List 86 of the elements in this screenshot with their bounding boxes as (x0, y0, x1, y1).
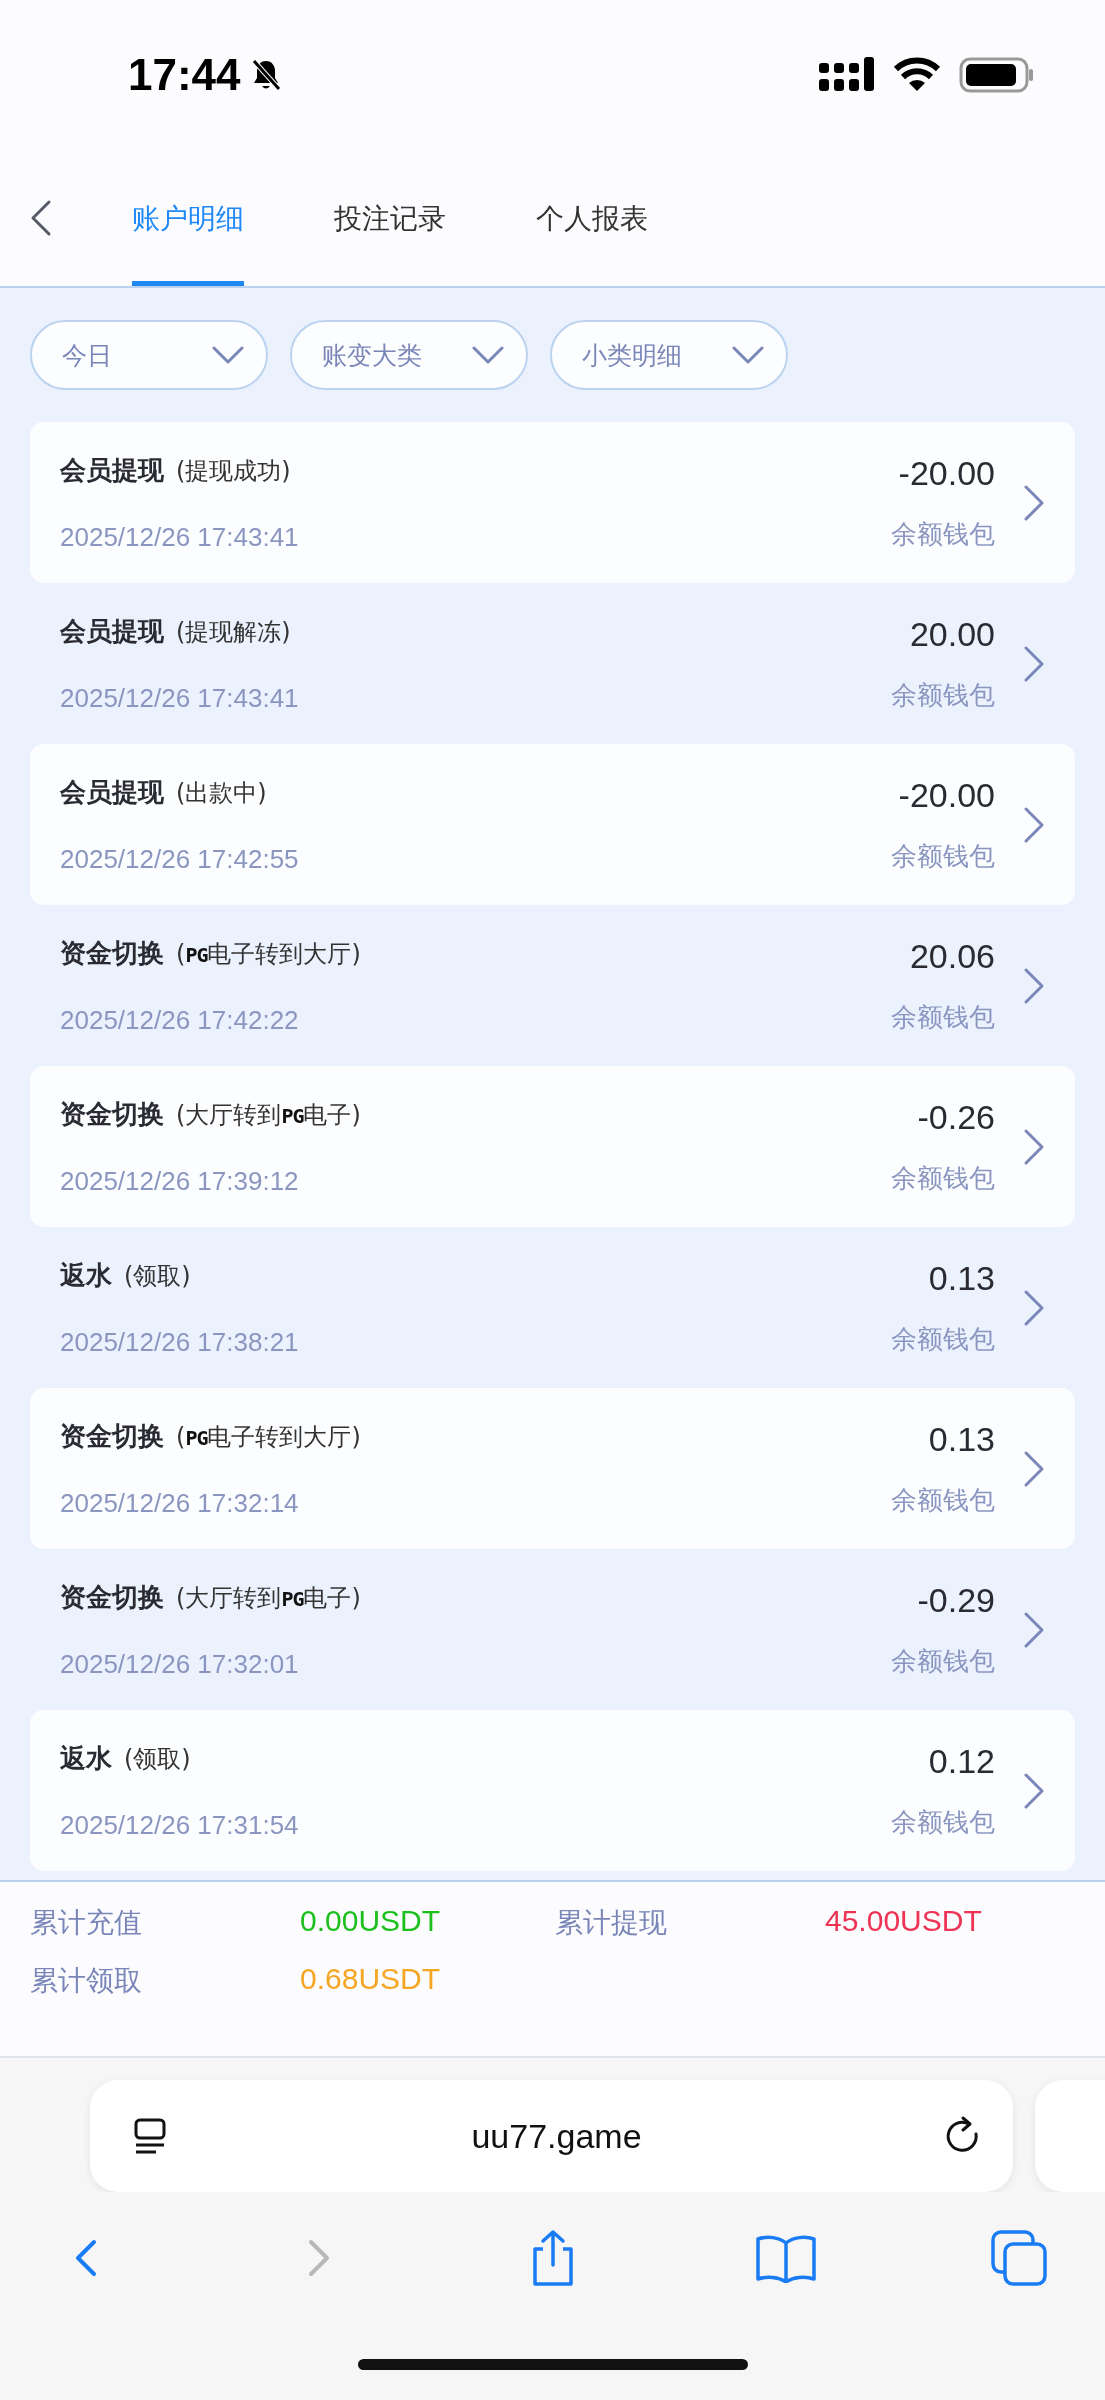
record-title: 会员提现 (60, 775, 164, 809)
record-row[interactable]: 资金切换 (大厅转到PG电子) 2025/12/26 17:32:01 -0.29 余额钱包 (30, 1549, 1075, 1710)
record-detail: (出款中) (176, 777, 267, 809)
record-detail: (领取) (124, 1260, 191, 1292)
tab[interactable]: 投注记录 (334, 150, 446, 286)
record-detail: (提现解冻) (176, 616, 291, 648)
wallet-label: 余额钱包 (891, 1000, 995, 1034)
chevron-right-icon (1023, 483, 1045, 522)
record-detail: (PG电子转到大厅) (176, 938, 361, 970)
record-amount: 0.13 (928, 1419, 995, 1459)
chevron-right-icon (1023, 644, 1045, 683)
chevron-right-icon (1023, 805, 1045, 844)
chevron-right-icon (1023, 1127, 1045, 1166)
record-title: 返水 (60, 1741, 112, 1775)
record-amount: 0.12 (928, 1741, 995, 1781)
summary-value: 0.00USDT (300, 1904, 442, 1939)
tab[interactable]: 个人报表 (536, 150, 648, 286)
back-chevron-icon (30, 199, 52, 237)
address-bar[interactable]: uu77.game (90, 2080, 1013, 2192)
chevron-down-icon (732, 346, 764, 364)
record-title: 会员提现 (60, 453, 164, 487)
record-row[interactable]: 返水 (领取) 2025/12/26 17:31:54 0.12 余额钱包 (30, 1710, 1075, 1871)
record-time: 2025/12/26 17:38:21 (60, 1326, 300, 1358)
record-time: 2025/12/26 17:31:54 (60, 1809, 300, 1841)
record-amount: -0.26 (917, 1097, 995, 1137)
record-row[interactable]: 会员提现 (提现成功) 2025/12/26 17:43:41 -20.00 余额钱包 (30, 422, 1075, 583)
record-title: 资金切换 (60, 1097, 164, 1131)
chevron-right-icon (1023, 1449, 1045, 1488)
wallet-label: 余额钱包 (891, 1805, 995, 1839)
record-amount: 0.13 (928, 1258, 995, 1298)
chevron-right-icon (1023, 1771, 1045, 1810)
record-title: 资金切换 (60, 1580, 164, 1614)
record-amount: -20.00 (898, 453, 995, 493)
wallet-label: 余额钱包 (891, 517, 995, 551)
summary-value: 45.00USDT (825, 1904, 983, 1939)
record-time: 2025/12/26 17:39:12 (60, 1165, 300, 1197)
record-title: 会员提现 (60, 614, 164, 648)
record-time: 2025/12/26 17:32:14 (60, 1487, 300, 1519)
summary-label: 累计充值 (30, 1905, 143, 1941)
chevron-right-icon (1023, 1288, 1045, 1327)
record-title: 资金切换 (60, 936, 164, 970)
summary-label: 累计提现 (555, 1905, 668, 1941)
tabs-icon (990, 2229, 1048, 2287)
record-row[interactable]: 资金切换 (大厅转到PG电子) 2025/12/26 17:39:12 -0.26 余额钱包 (30, 1066, 1075, 1227)
chevron-right-icon (1023, 1610, 1045, 1649)
record-title: 返水 (60, 1258, 112, 1292)
record-detail: (大厅转到PG电子) (176, 1099, 361, 1131)
record-time: 2025/12/26 17:32:01 (60, 1648, 300, 1680)
chevron-right-icon (1023, 966, 1045, 1005)
wallet-label: 余额钱包 (891, 1644, 995, 1678)
wallet-label: 余额钱包 (891, 1483, 995, 1517)
record-detail: (提现成功) (176, 455, 291, 487)
wallet-label: 余额钱包 (891, 1161, 995, 1195)
url-text: uu77.game (471, 2116, 642, 2156)
clock-time: 17:44 (128, 50, 241, 100)
wallet-label: 余额钱包 (891, 839, 995, 873)
wifi-icon (893, 57, 941, 93)
chevron-down-icon (472, 346, 504, 364)
record-time: 2025/12/26 17:42:55 (60, 843, 300, 875)
record-row[interactable]: 会员提现 (出款中) 2025/12/26 17:42:55 -20.00 余额钱包 (30, 744, 1075, 905)
record-time: 2025/12/26 17:42:22 (60, 1004, 300, 1036)
signal-icon (819, 57, 875, 93)
record-row[interactable]: 资金切换 (PG电子转到大厅) 2025/12/26 17:32:14 0.13 余额钱包 (30, 1388, 1075, 1549)
chevron-down-icon (212, 346, 244, 364)
record-time: 2025/12/26 17:43:41 (60, 682, 300, 714)
battery-icon (959, 57, 1035, 93)
record-row[interactable]: 会员提现 (提现解冻) 2025/12/26 17:43:41 20.00 余额钱包 (30, 583, 1075, 744)
record-amount: 20.00 (909, 614, 995, 654)
summary-value: 0.68USDT (300, 1962, 442, 1997)
record-amount: -0.29 (917, 1580, 995, 1620)
record-row[interactable]: 返水 (领取) 2025/12/26 17:38:21 0.13 余额钱包 (30, 1227, 1075, 1388)
record-detail: (大厅转到PG电子) (176, 1582, 361, 1614)
wallet-label: 余额钱包 (891, 1322, 995, 1356)
record-time: 2025/12/26 17:43:41 (60, 521, 300, 553)
record-detail: (PG电子转到大厅) (176, 1421, 361, 1453)
book-icon (754, 2233, 817, 2283)
back-chevron-icon (75, 2239, 97, 2277)
record-detail: (领取) (124, 1743, 191, 1775)
record-row[interactable]: 资金切换 (PG电子转到大厅) 2025/12/26 17:42:22 20.06 余额钱包 (30, 905, 1075, 1066)
forward-chevron-icon (308, 2239, 331, 2277)
bell-muted-icon (250, 58, 281, 92)
record-amount: -20.00 (898, 775, 995, 815)
record-amount: 20.06 (909, 936, 995, 976)
wallet-label: 余额钱包 (891, 678, 995, 712)
record-title: 资金切换 (60, 1419, 164, 1453)
summary-label: 累计领取 (30, 1963, 143, 1999)
